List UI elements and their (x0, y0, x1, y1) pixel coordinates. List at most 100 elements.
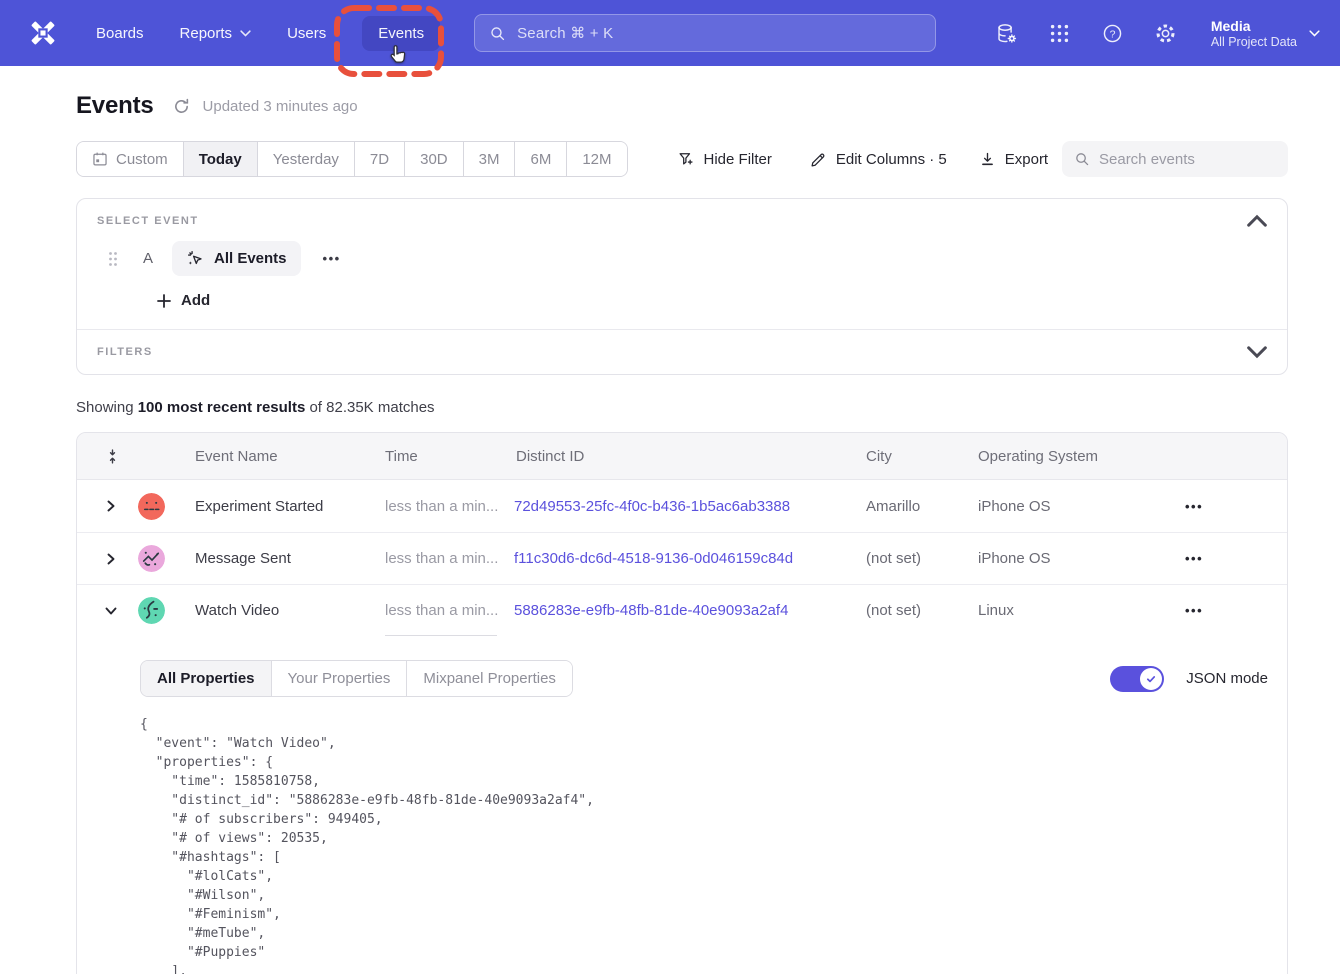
row-menu-button[interactable]: ••• (1185, 499, 1203, 514)
event-spark-icon (186, 249, 205, 268)
filters-label: FILTERS (97, 346, 153, 358)
collapse-section-icon[interactable] (1247, 214, 1267, 228)
event-avatar-icon (138, 597, 165, 624)
cell-time: less than a min... (383, 480, 514, 532)
page-title: Events (76, 92, 154, 120)
svg-text:?: ? (1109, 28, 1115, 40)
cell-event-name: Message Sent (193, 533, 383, 584)
tab-your-properties[interactable]: Your Properties (271, 661, 407, 696)
json-mode-label: JSON mode (1186, 670, 1268, 687)
calendar-icon (92, 151, 108, 167)
select-event-label: SELECT EVENT (97, 215, 199, 227)
date-range-today[interactable]: Today (183, 142, 257, 176)
json-mode-toggle[interactable] (1110, 666, 1164, 692)
cell-city: (not set) (864, 533, 976, 584)
chevron-right-icon (105, 500, 117, 512)
mixpanel-logo-icon[interactable] (26, 16, 60, 50)
cell-city: (not set) (864, 585, 976, 636)
date-range-12m[interactable]: 12M (566, 142, 626, 176)
export-button[interactable]: Export (979, 151, 1048, 168)
event-json: { "event": "Watch Video", "properties": … (140, 715, 1268, 974)
project-switcher[interactable]: Media All Project Data (1211, 17, 1320, 50)
check-icon (1145, 673, 1157, 685)
cell-os: iPhone OS (976, 480, 1169, 532)
chevron-down-icon (1309, 30, 1320, 37)
edit-columns-button[interactable]: Edit Columns · 5 (810, 151, 947, 168)
cell-time: less than a min... (383, 585, 514, 636)
properties-tabs: All PropertiesYour PropertiesMixpanel Pr… (140, 660, 573, 697)
tab-mixpanel-properties[interactable]: Mixpanel Properties (406, 661, 572, 696)
table-body: Experiment Startedless than a min...72d4… (77, 480, 1287, 636)
cell-time: less than a min... (383, 533, 514, 584)
hide-filter-button[interactable]: Hide Filter (678, 151, 772, 168)
col-time: Time (383, 448, 514, 465)
search-events-input[interactable] (1099, 151, 1276, 168)
col-city: City (864, 448, 976, 465)
date-range-7d[interactable]: 7D (354, 142, 404, 176)
search-icon (1074, 151, 1090, 167)
distinct-id-link[interactable]: 5886283e-e9fb-48fb-81de-40e9093a2af4 (514, 602, 788, 619)
funnel-plus-icon (678, 151, 695, 168)
pencil-icon (810, 151, 827, 168)
event-detail-panel: All PropertiesYour PropertiesMixpanel Pr… (77, 636, 1287, 974)
refresh-icon[interactable] (173, 98, 190, 115)
event-selector-label: All Events (214, 250, 287, 267)
tab-all-properties[interactable]: All Properties (141, 661, 271, 696)
date-range-yesterday[interactable]: Yesterday (257, 142, 354, 176)
cell-event-name: Watch Video (193, 585, 383, 636)
nav-item-users[interactable]: Users (287, 25, 326, 42)
date-range-control: CustomTodayYesterday7D30D3M6M12M (76, 141, 628, 177)
row-menu-button[interactable]: ••• (1185, 603, 1203, 618)
help-icon[interactable]: ? (1101, 22, 1124, 45)
cell-city: Amarillo (864, 480, 976, 532)
distinct-id-link[interactable]: 72d49553-25fc-4f0c-b436-1b5ac6ab3388 (514, 498, 790, 515)
event-more-button[interactable]: ••• (323, 251, 341, 266)
results-summary: Showing 100 most recent results of 82.35… (76, 399, 1288, 416)
row-menu-button[interactable]: ••• (1185, 551, 1203, 566)
events-table: Event Name Time Distinct ID City Operati… (76, 432, 1288, 974)
settings-icon[interactable] (1154, 22, 1177, 45)
event-avatar-icon (138, 493, 165, 520)
nav-right-icons: ? Media All Project Data (995, 17, 1320, 50)
date-range-custom[interactable]: Custom (77, 142, 183, 176)
nav-item-reports[interactable]: Reports (180, 25, 252, 42)
col-distinct-id: Distinct ID (514, 448, 864, 465)
global-search-input[interactable]: Search ⌘ + K (474, 14, 936, 52)
table-row[interactable]: Message Sentless than a min...f11c30d6-d… (77, 532, 1287, 584)
nav-items: Boards Reports Users Events (96, 16, 440, 51)
expand-filters-icon[interactable] (1247, 345, 1267, 359)
global-search-placeholder: Search ⌘ + K (517, 24, 613, 42)
col-event-name: Event Name (193, 448, 383, 465)
date-range-3m[interactable]: 3M (463, 142, 515, 176)
query-builder-card: SELECT EVENT A All Events (76, 198, 1288, 375)
date-range-6m[interactable]: 6M (514, 142, 566, 176)
cell-os: Linux (976, 585, 1169, 636)
collapse-all-icon[interactable] (104, 448, 121, 465)
nav-item-events[interactable]: Events (362, 16, 440, 51)
table-header: Event Name Time Distinct ID City Operati… (77, 433, 1287, 480)
date-range-30d[interactable]: 30D (404, 142, 463, 176)
add-event-button[interactable]: Add (157, 292, 210, 309)
plus-icon (157, 294, 171, 308)
download-icon (979, 151, 996, 168)
apps-grid-icon[interactable] (1048, 22, 1071, 45)
search-icon (489, 25, 506, 42)
event-selector-button[interactable]: All Events (172, 241, 301, 276)
search-events-box (1062, 141, 1288, 177)
event-row-letter: A (142, 250, 154, 267)
data-management-icon[interactable] (995, 22, 1018, 45)
updated-timestamp: Updated 3 minutes ago (203, 98, 358, 115)
project-subtitle: All Project Data (1211, 35, 1297, 50)
chevron-right-icon (105, 553, 117, 565)
table-row[interactable]: Experiment Startedless than a min...72d4… (77, 480, 1287, 532)
cell-event-name: Experiment Started (193, 480, 383, 532)
nav-item-boards[interactable]: Boards (96, 25, 144, 42)
project-name: Media (1211, 17, 1297, 35)
col-os: Operating System (976, 448, 1169, 465)
chevron-down-icon (240, 30, 251, 37)
distinct-id-link[interactable]: f11c30d6-dc6d-4518-9136-0d046159c84d (514, 550, 793, 567)
toggle-knob (1140, 668, 1162, 690)
event-avatar-icon (138, 545, 165, 572)
table-row[interactable]: Watch Videoless than a min...5886283e-e9… (77, 584, 1287, 636)
drag-handle[interactable] (107, 251, 119, 267)
